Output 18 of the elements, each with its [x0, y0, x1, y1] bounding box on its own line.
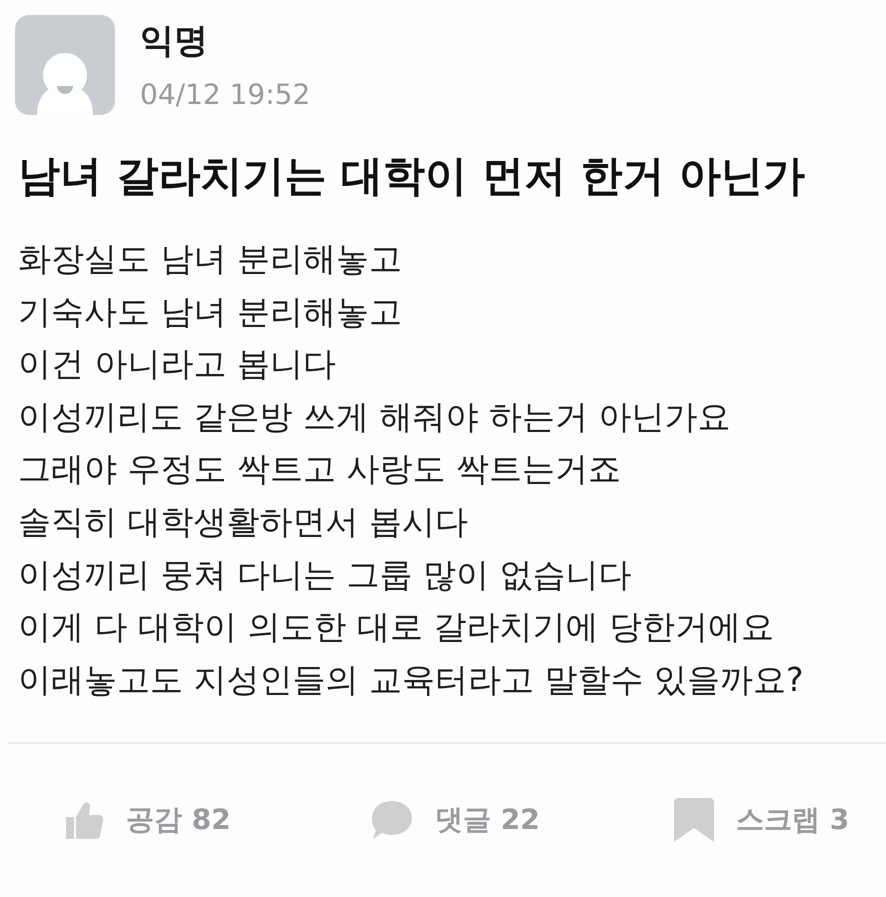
- post-time: 04/12 19:52: [140, 77, 310, 113]
- post-title: 남녀 갈라치기는 대학이 먼저 한거 아닌가: [18, 150, 806, 202]
- bookmark-icon: [674, 798, 714, 842]
- post-text-line: 이성끼리 뭉쳐 다니는 그룹 많이 없습니다: [18, 554, 632, 596]
- comment-button[interactable]: 댓글 22: [371, 798, 674, 842]
- post-text-line: 이건 아니라고 봅니다: [18, 343, 337, 386]
- post-text-line: 기숙사도 남녀 분리해놓고: [18, 290, 403, 333]
- scrap-button[interactable]: 스크랩 3: [674, 798, 850, 842]
- post-text-line: 화장실도 남녀 분리해놓고: [18, 238, 403, 280]
- post-text-line: 이래놓고도 지성인들의 교육터라고 말할수 있을까요?: [18, 658, 804, 701]
- author-name: 익명: [140, 21, 209, 61]
- post-text-line: 이성끼리도 같은방 쓰게 해줘야 하는거 아닌가요: [18, 396, 732, 438]
- post-text-line: 솔직히 대학생활하면서 봅시다: [18, 500, 469, 543]
- like-button[interactable]: 공감 82: [64, 798, 371, 842]
- avatar-icon: [15, 15, 115, 115]
- speech-bubble-icon: [371, 799, 413, 842]
- post-text-line: 그래야 우정도 싹트고 사랑도 싹트는거죠: [18, 448, 622, 490]
- post-text-line: 이게 다 대학이 의도한 대로 갈라치기에 당한거에요: [18, 606, 775, 648]
